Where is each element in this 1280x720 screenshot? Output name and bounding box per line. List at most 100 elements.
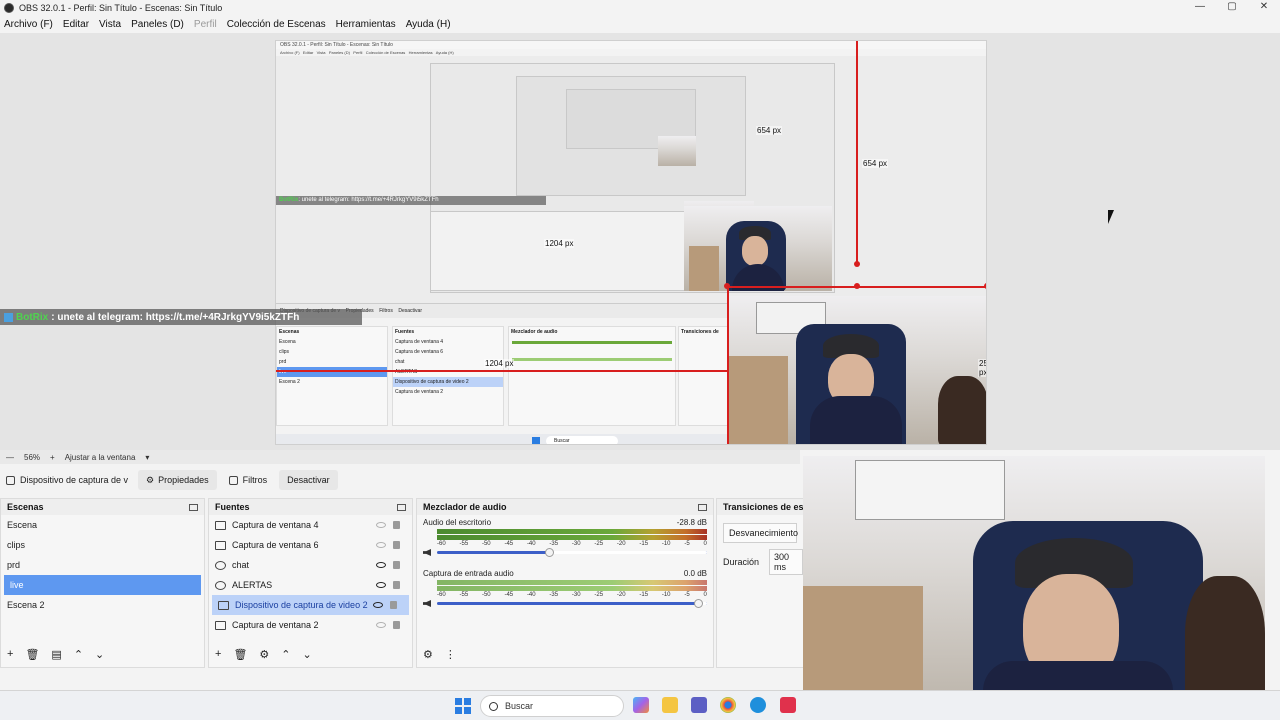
source-item[interactable]: Captura de ventana 2 (209, 615, 412, 635)
eye-hidden-icon[interactable] (376, 522, 386, 528)
remove-source-icon[interactable]: 🗑 (233, 648, 247, 661)
scene-item[interactable]: clips (1, 535, 204, 555)
zoom-out-icon[interactable]: — (6, 453, 14, 462)
transitions-dock: Transiciones de es Desvanecimiento Durac… (716, 498, 804, 668)
mixer-settings-icon[interactable]: ⚙ (423, 648, 433, 661)
menu-paneles[interactable]: Paneles (D) (131, 19, 184, 30)
add-scene-button[interactable]: + (7, 648, 13, 660)
chevron-down-icon[interactable]: ▾ (145, 453, 149, 462)
volume-slider[interactable] (437, 548, 707, 557)
browser-icon[interactable] (750, 697, 766, 713)
windows-start-icon[interactable] (455, 698, 471, 714)
filters-label: Filtros (242, 475, 268, 485)
menu-coleccion-escenas[interactable]: Colección de Escenas (227, 19, 326, 30)
source-item[interactable]: Captura de ventana 4 (209, 515, 412, 535)
duration-input[interactable]: 300 ms (769, 549, 803, 575)
file-explorer-icon[interactable] (662, 697, 678, 713)
speaker-icon[interactable] (423, 549, 431, 556)
source-item[interactable]: chat (209, 555, 412, 575)
taskbar-search[interactable]: Buscar (480, 695, 624, 717)
nested-measure-label-2: 1204 px (544, 239, 575, 248)
source-label: ALERTAS (232, 580, 273, 590)
scene-item[interactable]: Escena 2 (1, 595, 204, 615)
filters-button[interactable]: Filtros (221, 470, 276, 490)
lock-icon[interactable] (393, 581, 400, 589)
meter-scale: -60 -55 -50 -45 -40 -35 -30 -25 -20 -15 -10 -5 0 (437, 592, 707, 598)
maximize-button[interactable]: ▢ (1216, 0, 1248, 15)
nested-transitions: Transiciones de (678, 326, 728, 426)
eye-icon[interactable] (376, 582, 386, 588)
menu-perfil[interactable]: Perfil (194, 19, 217, 30)
move-up-icon[interactable]: ⌃ (74, 648, 83, 661)
eye-icon[interactable] (373, 602, 383, 608)
selection-box[interactable] (727, 286, 986, 444)
properties-button[interactable]: ⚙ Propiedades (138, 470, 217, 490)
eye-icon[interactable] (376, 562, 386, 568)
nested-webcam-3 (684, 206, 832, 291)
tiktok-icon[interactable] (780, 697, 796, 713)
lock-icon[interactable] (393, 621, 400, 629)
source-label: Captura de ventana 2 (232, 620, 319, 630)
resize-handle-tr[interactable] (984, 283, 986, 289)
taskbar: Buscar (0, 690, 1280, 720)
gear-icon[interactable]: ⚙ (259, 648, 269, 661)
undock-icon[interactable] (698, 503, 707, 511)
lock-icon[interactable] (393, 561, 400, 569)
move-down-icon[interactable]: ⌄ (95, 648, 104, 661)
chat-message: : unete al telegram: https://t.me/+4RJrk… (51, 311, 300, 323)
resize-handle-tl[interactable] (724, 283, 730, 289)
scene-item[interactable]: Escena (1, 515, 204, 535)
minimize-button[interactable]: — (1184, 0, 1216, 15)
lock-icon[interactable] (393, 521, 400, 529)
search-icon (489, 701, 498, 711)
resize-handle-t[interactable] (854, 283, 860, 289)
menu-ayuda[interactable]: Ayuda (H) (406, 19, 451, 30)
add-source-button[interactable]: + (215, 648, 221, 660)
window-controls: — ▢ ✕ (1184, 0, 1280, 15)
source-item-selected[interactable]: Dispositivo de captura de video 2 (212, 595, 409, 615)
zoom-in-icon[interactable]: + (50, 453, 55, 462)
nested-sources: Fuentes Captura de ventana 4 Captura de v… (392, 326, 504, 426)
camera-icon (218, 600, 229, 610)
menu-vista[interactable]: Vista (99, 19, 121, 30)
preview-canvas[interactable]: OBS 32.0.1 - Perfil: Sin Título - Escena… (275, 40, 987, 445)
guide-top-measure: 654 px (862, 159, 889, 168)
menu-archivo[interactable]: Archivo (F) (4, 19, 53, 30)
nested-chat-name: BotRix (279, 197, 299, 203)
undock-icon[interactable] (397, 503, 406, 511)
move-down-icon[interactable]: ⌄ (303, 648, 312, 661)
source-item[interactable]: Captura de ventana 6 (209, 535, 412, 555)
preview-area[interactable]: OBS 32.0.1 - Perfil: Sin Título - Escena… (0, 33, 1280, 450)
audio-mixer-dock: Mezclador de audio Audio del escritorio … (416, 498, 714, 668)
move-up-icon[interactable]: ⌃ (281, 648, 290, 661)
camera-icon (6, 475, 15, 485)
deactivate-button[interactable]: Desactivar (279, 470, 338, 490)
source-toolbar: Dispositivo de captura de v ⚙ Propiedade… (0, 467, 800, 493)
menu-herramientas[interactable]: Herramientas (336, 19, 396, 30)
scene-item-selected[interactable]: live (4, 575, 201, 595)
source-label: Captura de ventana 6 (232, 540, 319, 550)
menu-editar[interactable]: Editar (63, 19, 89, 30)
transition-select[interactable]: Desvanecimiento (723, 523, 798, 543)
remove-scene-icon[interactable]: 🗑 (25, 648, 39, 661)
volume-slider[interactable] (437, 599, 707, 608)
eye-hidden-icon[interactable] (376, 542, 386, 548)
speaker-icon[interactable] (423, 600, 431, 607)
eye-hidden-icon[interactable] (376, 622, 386, 628)
menu-bar: Archivo (F) Editar Vista Paneles (D) Per… (0, 15, 1280, 33)
deactivate-label: Desactivar (287, 475, 330, 485)
scene-item[interactable]: prd (1, 555, 204, 575)
chrome-icon[interactable] (720, 697, 736, 713)
teams-icon[interactable] (691, 697, 707, 713)
window-icon (215, 620, 226, 630)
scene-filters-icon[interactable]: ▤ (51, 648, 61, 661)
lock-icon[interactable] (393, 541, 400, 549)
copilot-icon[interactable] (633, 697, 649, 713)
lock-icon[interactable] (390, 601, 397, 609)
undock-icon[interactable] (189, 503, 198, 511)
more-options-icon[interactable]: ⋮ (445, 648, 456, 661)
source-item[interactable]: ALERTAS (209, 575, 412, 595)
close-button[interactable]: ✕ (1248, 0, 1280, 15)
scenes-title: Escenas (7, 502, 44, 512)
fit-window-select[interactable]: Ajustar a la ventana (65, 453, 136, 462)
